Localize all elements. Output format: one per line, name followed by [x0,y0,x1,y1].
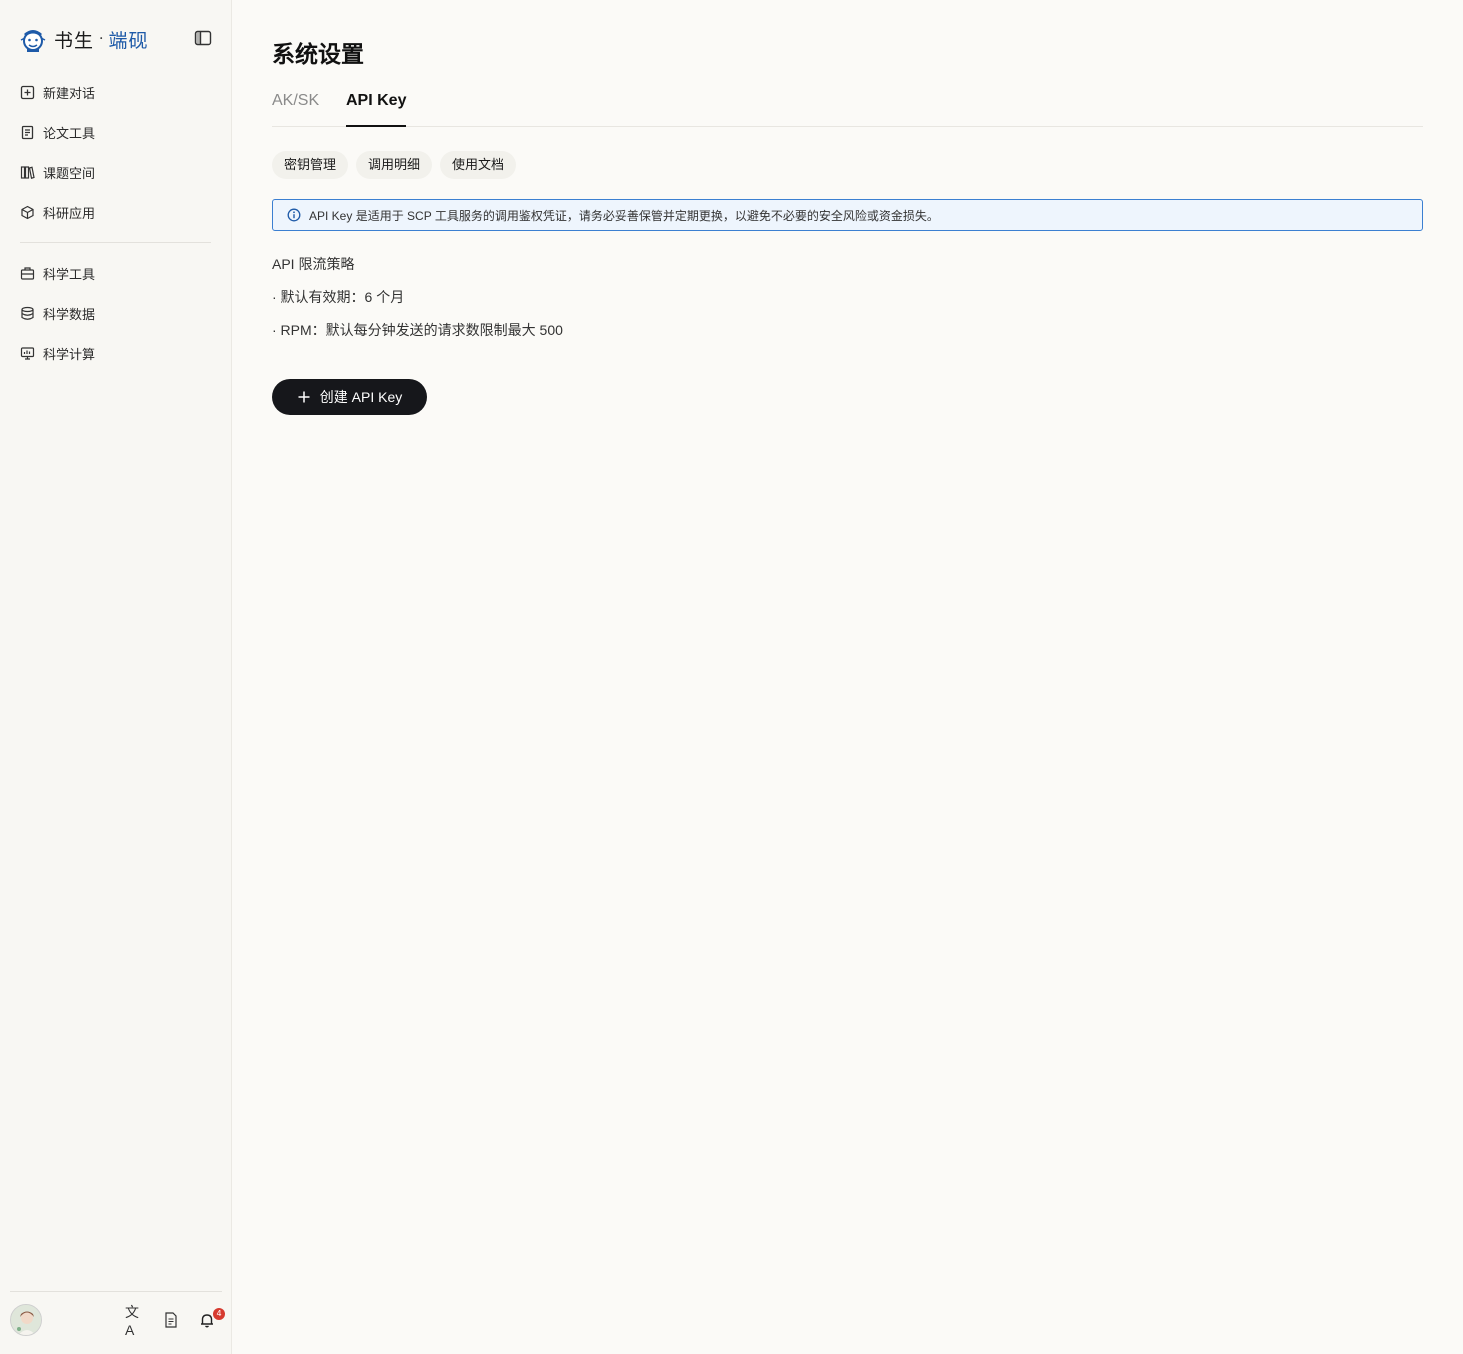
footer-divider [10,1291,222,1292]
translate-icon[interactable]: 文A [125,1304,143,1338]
policy-title: API 限流策略 [272,256,355,272]
page-title: 系统设置 [272,42,364,68]
create-api-key-label: 创建 API Key [319,389,403,405]
subtab-group: 密钥管理 调用明细 使用文档 [272,151,524,179]
sidebar-item-label: 论文工具 [43,125,96,141]
tab-api-key[interactable]: API Key [346,92,407,127]
create-api-key-button[interactable]: 创建 API Key [272,379,427,415]
sidebar-item-science-data[interactable]: 科学数据 [0,293,232,333]
file-icon[interactable] [162,1311,180,1329]
sidebar-item-science-tools[interactable]: 科学工具 [0,253,232,293]
notice-text: API Key 是适用于 SCP 工具服务的调用鉴权凭证，请务必妥善保管并定期更… [309,208,939,223]
sidebar-item-research-apps[interactable]: 科研应用 [0,192,232,232]
nav-divider [20,242,211,243]
info-notice: API Key 是适用于 SCP 工具服务的调用鉴权凭证，请务必妥善保管并定期更… [272,199,1423,231]
tab-bar: AK/SK API Key [272,92,1423,127]
brand-separator: · [99,31,104,47]
avatar[interactable] [10,1304,42,1336]
brand-name-part2: 端砚 [108,29,149,52]
sidebar-item-project-space[interactable]: 课题空间 [0,152,232,192]
scholar-logo-icon [20,30,46,52]
translate-icon-text: 文A [125,1304,139,1338]
sidebar-item-label: 科学工具 [43,266,96,282]
cube-icon [21,205,34,219]
sidebar-item-science-compute[interactable]: 科学计算 [0,333,232,373]
subtab-key-management[interactable]: 密钥管理 [272,151,349,179]
brand-name-part1: 书生 [54,29,95,52]
sidebar: 书生 · 端砚 新建对话 论文工具 课题空间 科研应用 科学工具 科学数据 科学… [0,0,232,1354]
user-avatar-icon [11,1305,41,1335]
sidebar-item-label: 科研应用 [43,205,96,221]
info-icon [287,208,301,222]
plus-square-icon [20,85,35,99]
subtab-call-details[interactable]: 调用明细 [356,151,433,179]
sidebar-item-new-chat[interactable]: 新建对话 [0,72,232,112]
sidebar-item-label: 新建对话 [43,85,96,101]
database-icon [21,306,34,320]
notification-badge: 4 [213,1308,225,1320]
sidebar-item-paper-tools[interactable]: 论文工具 [0,112,232,152]
tab-ak-sk[interactable]: AK/SK [272,92,319,127]
sidebar-item-label: 课题空间 [43,165,96,181]
policy-item-validity: · 默认有效期：6 个月 [272,289,405,305]
sidebar-item-label: 科学计算 [43,346,96,362]
toolbox-icon [20,266,35,280]
plus-icon [298,391,310,403]
policy-item-rpm: · RPM：默认每分钟发送的请求数限制最大 500 [272,322,563,338]
document-icon [21,125,34,139]
sidebar-item-label: 科学数据 [43,306,96,322]
monitor-chart-icon [20,346,35,360]
books-icon [20,165,35,179]
sidebar-toggle-icon[interactable] [194,30,212,46]
secondary-nav: 科学工具 科学数据 科学计算 [0,253,232,373]
primary-nav: 新建对话 论文工具 课题空间 科研应用 [0,72,232,232]
brand-logo-area[interactable]: 书生 · 端砚 [18,24,148,54]
subtab-docs[interactable]: 使用文档 [440,151,517,179]
